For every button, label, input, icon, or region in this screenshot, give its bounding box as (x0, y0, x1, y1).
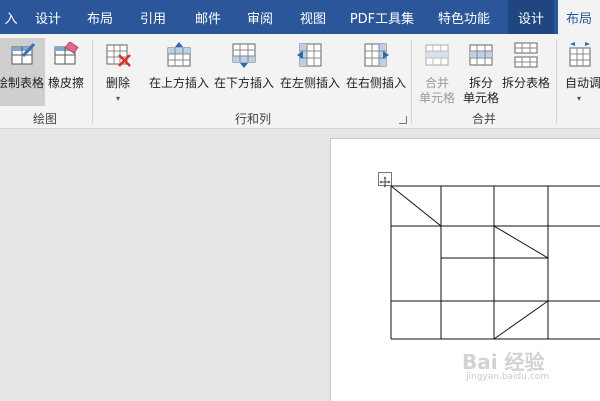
watermark-url: jingyan.baidu.com (466, 372, 550, 382)
watermark-logo: Bai 经验 (462, 350, 545, 374)
drawn-table[interactable] (0, 0, 600, 400)
